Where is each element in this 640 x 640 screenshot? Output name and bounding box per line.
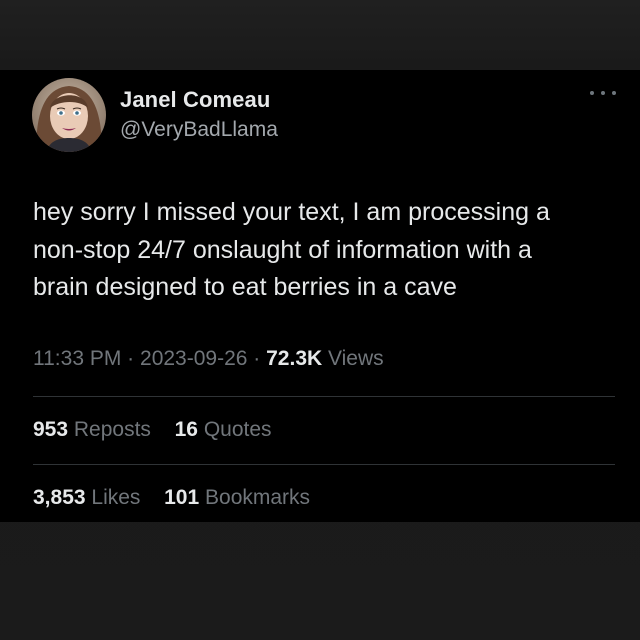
avatar[interactable] bbox=[32, 78, 106, 152]
quotes-label: Quotes bbox=[203, 418, 272, 441]
tweet-line: brain designed to eat berries in a cave bbox=[33, 273, 457, 301]
tweet-text: hey sorry I missed your text, I am proce… bbox=[33, 194, 623, 307]
meta-separator: · bbox=[253, 347, 261, 370]
likes-count: 3,853 bbox=[33, 486, 86, 509]
reposts-count: 953 bbox=[33, 418, 69, 441]
timestamp-date[interactable]: 2023-09-26 bbox=[140, 347, 247, 370]
display-name[interactable]: Janel Comeau bbox=[120, 87, 270, 113]
engagement-row-reposts-quotes: 953 Reposts 16 Quotes bbox=[33, 418, 272, 442]
avatar-image bbox=[32, 78, 106, 152]
dot bbox=[601, 91, 605, 95]
reposts-label: Reposts bbox=[73, 418, 151, 441]
likes-stat[interactable]: 3,853 Likes bbox=[33, 486, 146, 509]
divider bbox=[33, 464, 615, 465]
timestamp-time[interactable]: 11:33 PM bbox=[33, 347, 121, 370]
engagement-row-likes-bookmarks: 3,853 Likes 101 Bookmarks bbox=[33, 486, 310, 510]
more-horizontal-icon[interactable] bbox=[590, 86, 616, 100]
tweet-card: Janel Comeau @VeryBadLlama hey sorry I m… bbox=[0, 70, 640, 522]
meta-separator: · bbox=[127, 347, 135, 370]
tweet-meta: 11:33 PM · 2023-09-26 · 72.3K Views bbox=[33, 347, 384, 371]
views-count: 72.3K bbox=[266, 347, 323, 370]
handle[interactable]: @VeryBadLlama bbox=[120, 118, 278, 142]
views-label: Views bbox=[328, 347, 384, 370]
page: Janel Comeau @VeryBadLlama hey sorry I m… bbox=[0, 0, 640, 640]
tweet-line: non-stop 24/7 onslaught of information w… bbox=[33, 235, 532, 264]
divider bbox=[33, 396, 615, 397]
dot bbox=[590, 91, 594, 95]
bookmarks-stat[interactable]: 101 Bookmarks bbox=[164, 486, 310, 509]
reposts-stat[interactable]: 953 Reposts bbox=[33, 418, 157, 441]
bookmarks-count: 101 bbox=[164, 486, 200, 509]
tweet-line: hey sorry I missed your text, I am proce… bbox=[33, 198, 550, 226]
quotes-count: 16 bbox=[174, 418, 198, 441]
dot bbox=[612, 91, 616, 95]
bookmarks-label: Bookmarks bbox=[205, 486, 311, 509]
likes-label: Likes bbox=[91, 486, 141, 509]
quotes-stat[interactable]: 16 Quotes bbox=[175, 418, 272, 441]
